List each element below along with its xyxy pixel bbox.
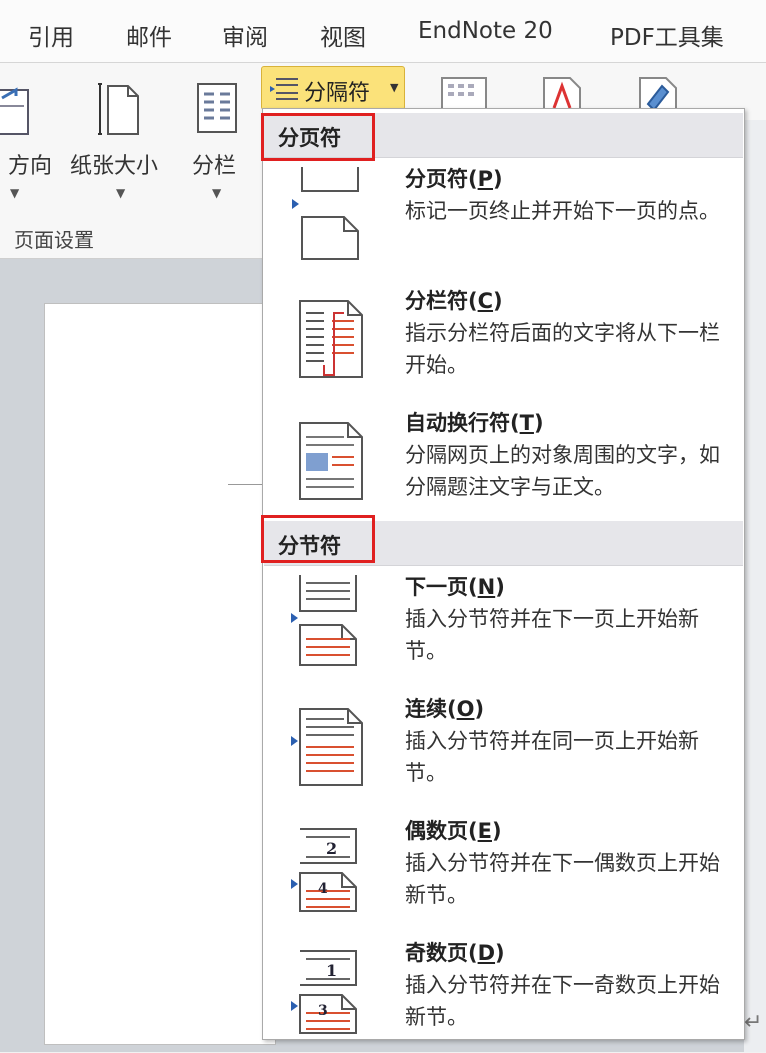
svg-text:4: 4 — [318, 881, 328, 897]
page-setup-group-label: 页面设置 — [14, 228, 94, 252]
highlight-box — [261, 113, 375, 161]
breaks-button-label: 分隔符 — [304, 81, 371, 106]
even-page-section-icon: 2 4 — [291, 828, 357, 912]
menu-item-title: 自动换行符(T) — [405, 411, 544, 435]
menu-item-column-break[interactable]: 分栏符(C) 指示分栏符后面的文字将从下一栏开始。 — [264, 283, 743, 401]
menu-item-title: 下一页(N) — [405, 575, 505, 599]
menu-item-title: 偶数页(E) — [405, 819, 502, 843]
tab-mailings[interactable]: 邮件 — [126, 18, 172, 52]
text-wrapping-break-icon — [299, 422, 363, 500]
svg-text:1: 1 — [326, 961, 337, 980]
menu-item-title: 连续(O) — [405, 697, 485, 721]
document-right-edge — [744, 120, 766, 1052]
orientation-label: 方向 — [8, 154, 53, 179]
menu-item-title: 分栏符(C) — [405, 289, 503, 313]
svg-text:2: 2 — [326, 839, 337, 858]
chevron-down-icon: ▼ — [116, 186, 126, 200]
ribbon-tab-bar: 引用 邮件 审阅 视图 EndNote 20 PDF工具集 — [0, 0, 766, 63]
highlight-box — [261, 515, 375, 563]
paragraph-mark-icon: ↵ — [744, 1010, 763, 1035]
chevron-down-icon: ▼ — [10, 186, 20, 200]
tab-view[interactable]: 视图 — [320, 18, 366, 52]
menu-item-next-page[interactable]: 下一页(N) 插入分节符并在下一页上开始新节。 — [264, 569, 743, 687]
orientation-icon — [0, 87, 29, 135]
menu-item-text-wrapping-break[interactable]: 自动换行符(T) 分隔网页上的对象周围的文字，如分隔题注文字与正文。 — [264, 405, 743, 523]
breaks-icon — [270, 78, 298, 100]
next-page-section-icon — [291, 575, 357, 666]
page-break-icon — [292, 167, 359, 260]
menu-item-description: 分隔网页上的对象周围的文字，如分隔题注文字与正文。 — [405, 443, 720, 499]
breaks-dropdown-menu: 分页符 分页符(P) 标记一页终止并开始下一页的点。 分栏符(C) 指示分栏符后… — [261, 108, 745, 1040]
page-borders-icon — [639, 77, 677, 112]
page-color-icon — [543, 77, 581, 112]
columns-icon — [197, 83, 237, 133]
watermark-icon — [441, 77, 487, 112]
tab-pdf-tools[interactable]: PDF工具集 — [610, 18, 724, 52]
menu-item-title: 奇数页(D) — [405, 941, 505, 965]
menu-item-description: 插入分节符并在下一偶数页上开始新节。 — [405, 851, 720, 907]
menu-item-even-page[interactable]: 2 4 偶数页(E) 插入分节符并在下一偶数页上开始新节。 — [264, 813, 743, 931]
odd-page-section-icon: 1 3 — [291, 950, 357, 1034]
chevron-down-icon: ▼ — [212, 186, 222, 200]
tab-endnote[interactable]: EndNote 20 — [418, 18, 553, 44]
breaks-button[interactable]: 分隔符 ▼ — [261, 66, 405, 110]
menu-item-description: 指示分栏符后面的文字将从下一栏开始。 — [405, 321, 720, 377]
column-break-icon — [299, 300, 363, 378]
continuous-section-icon — [291, 708, 363, 786]
chevron-down-icon: ▼ — [390, 81, 399, 94]
tab-references[interactable]: 引用 — [28, 18, 74, 52]
svg-text:3: 3 — [318, 1003, 328, 1019]
columns-label: 分栏 — [192, 154, 237, 179]
paper-size-icon — [98, 83, 139, 135]
menu-item-description: 插入分节符并在下一奇数页上开始新节。 — [405, 973, 720, 1029]
menu-item-continuous[interactable]: 连续(O) 插入分节符并在同一页上开始新节。 — [264, 691, 743, 809]
menu-item-description: 插入分节符并在下一页上开始新节。 — [405, 607, 699, 663]
menu-item-page-break[interactable]: 分页符(P) 标记一页终止并开始下一页的点。 — [264, 161, 743, 279]
tab-review[interactable]: 审阅 — [222, 18, 268, 52]
document-page[interactable] — [44, 303, 276, 1045]
menu-item-title: 分页符(P) — [405, 167, 503, 191]
menu-item-description: 插入分节符并在同一页上开始新节。 — [405, 729, 699, 785]
menu-item-odd-page[interactable]: 1 3 奇数页(D) 插入分节符并在下一奇数页上开始新节。 — [264, 935, 743, 1053]
margin-mark — [228, 484, 262, 485]
paper-size-label: 纸张大小 — [70, 154, 159, 179]
menu-item-description: 标记一页终止并开始下一页的点。 — [405, 199, 720, 223]
